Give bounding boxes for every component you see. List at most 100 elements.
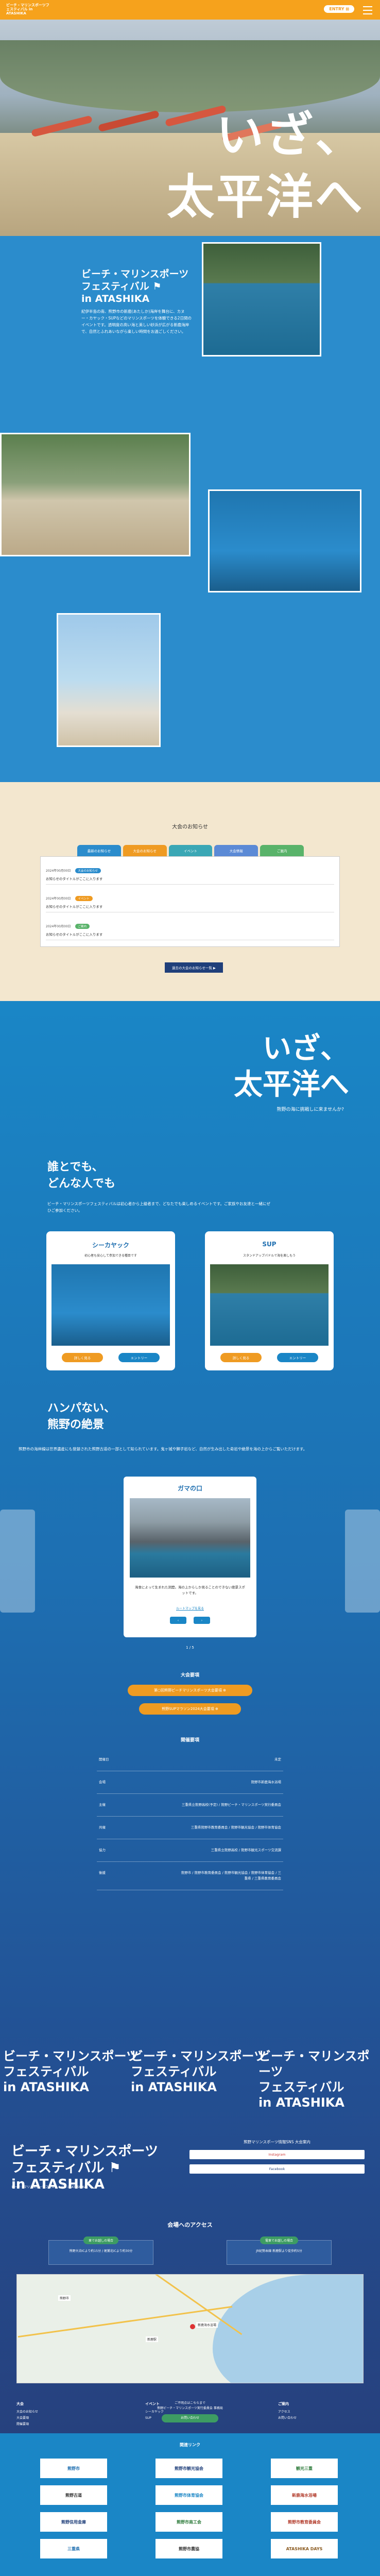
catch-line1: いざ、 — [263, 1032, 349, 1065]
entry-button[interactable]: ENTRY ⊠ — [324, 5, 354, 13]
card-image — [51, 1264, 170, 1346]
sitemap-link[interactable]: お問い合わせ — [278, 2415, 297, 2421]
news-date: 2024年00月00日 — [46, 869, 71, 873]
news-tab[interactable]: 最新のお知らせ — [77, 845, 121, 856]
sponsor-logo[interactable]: 熊野市観光協会 — [156, 2459, 222, 2478]
slide-next-button[interactable]: › — [194, 1617, 210, 1624]
org-key: 主催 — [99, 1803, 106, 1807]
sponsor-logo[interactable]: 新鹿海水浴場 — [271, 2485, 338, 2505]
access-badge: 車でお越しの場合 — [83, 2236, 119, 2244]
sponsor-logo[interactable]: ATASHIKA DAYS — [271, 2539, 338, 2558]
instagram-button[interactable]: Instagram — [189, 2150, 365, 2159]
news-tab[interactable]: イベント — [168, 845, 213, 856]
news-text: お知らせのタイトルがここに入ります — [46, 905, 103, 909]
org-key: 後援 — [99, 1871, 106, 1875]
news-date: 2024年00月00日 — [46, 925, 71, 928]
news-title: 大会のお知らせ — [172, 824, 208, 830]
contact-button[interactable]: お問い合わせ — [162, 2414, 218, 2422]
news-more-button[interactable]: 過去の大会のお知らせ一覧 ▶ — [165, 962, 223, 973]
beach-photo — [0, 433, 191, 556]
flag-photo — [57, 613, 161, 747]
news-tag: 大会のお知らせ — [75, 868, 101, 873]
map-label: 新鹿駅 — [146, 2336, 159, 2342]
sitemap-link[interactable]: 開催要項 — [16, 2421, 38, 2428]
sponsor-logo[interactable]: 熊野市商工会 — [156, 2512, 222, 2532]
menu-icon[interactable] — [361, 4, 374, 16]
news-item[interactable]: 2024年00月00日 イベント お知らせのタイトルがここに入ります — [46, 892, 334, 912]
news-tag: イベント — [75, 896, 93, 901]
facebook-button[interactable]: Facebook — [189, 2164, 365, 2174]
slide-route-link[interactable]: ルートマップを見る — [161, 1604, 219, 1612]
sponsor-logo[interactable]: 熊野市体育協会 — [156, 2485, 222, 2505]
hero-title-line1: いざ、 — [216, 108, 365, 163]
scenery-body: 熊野市の海岸線は世界遺産にも登録された熊野古道の一部として知られています。鬼ヶ城… — [19, 1447, 307, 1451]
intro-title: ビーチ・マリンスポーツ フェスティバル ⚑ in ATASHIKA — [81, 268, 189, 304]
org-row: 共催 三重県熊野市教育委員会 / 熊野市観光協会 / 熊野市体育協会 — [97, 1817, 283, 1839]
news-tab[interactable]: 大会のお知らせ — [123, 845, 167, 856]
contact-head: ご不明点はこちらまで — [174, 2401, 205, 2405]
org-key: 共催 — [99, 1825, 106, 1829]
access-train: 電車でお越しの場合 JR紀勢本線 新鹿駅より徒歩約5分 — [227, 2236, 332, 2265]
access-badge: 電車でお越しの場合 — [260, 2236, 299, 2244]
slide-image — [130, 1498, 250, 1578]
hero-image: いざ、 太平洋へ — [0, 20, 380, 236]
news-tab[interactable]: ご案内 — [260, 845, 304, 856]
news-item[interactable]: 2024年00月00日 ご案内 お知らせのタイトルがここに入ります — [46, 920, 334, 940]
sitemap-link[interactable]: 大会要項 — [16, 2415, 38, 2421]
slide-prev-card[interactable] — [0, 1510, 35, 1613]
card-image — [210, 1264, 329, 1346]
org-key: 会場 — [99, 1780, 106, 1784]
org-value: 三重県立熊野高校(予定) / 熊野ビーチ・マリンスポーツ実行委員会 — [181, 1803, 281, 1807]
sponsor-logo[interactable]: 三重県 — [40, 2539, 107, 2558]
card-detail-button[interactable]: 詳しく見る — [62, 1353, 103, 1362]
card-sea-kayak[interactable]: シーカヤック 初心者も安心して参加できる種目です 詳しく見る エントリー — [46, 1231, 175, 1370]
main-section — [0, 1001, 380, 2433]
card-detail-button[interactable]: 詳しく見る — [220, 1353, 262, 1362]
slide-counter: 1 / 5 — [186, 1646, 194, 1650]
catch-line2: 太平洋へ — [234, 1068, 349, 1101]
contact-text: 熊野ビーチ・マリンスポーツ実行委員会 事務局 — [157, 2406, 223, 2410]
hero-title-line2: 太平洋へ — [166, 170, 365, 225]
sponsor-logo[interactable]: 熊野市 — [40, 2459, 107, 2478]
sponsor-logo[interactable]: 熊野市教育委員会 — [271, 2512, 338, 2532]
org-value: 熊野市 / 熊野市教育委員会 / 熊野市観光協会 / 熊野市体育協会 / 三重県… — [181, 1871, 281, 1880]
flag-icon: ⚑ — [152, 281, 162, 292]
contact-box: ご不明点はこちらまで 熊野ビーチ・マリンスポーツ実行委員会 事務局 お問い合わせ — [151, 2401, 229, 2422]
access-map[interactable]: 新鹿海水浴場 新鹿駅 熊野市 — [16, 2274, 364, 2383]
site-logo[interactable]: ビーチ・マリンスポーツフェスティバル in ATASHIKA — [6, 3, 53, 15]
sponsors-title: 関連リンク — [180, 2443, 200, 2447]
news-item[interactable]: 2024年00月00日 大会のお知らせお知らせのタイトルがここに入ります — [46, 864, 334, 885]
org-title: 開催要項 — [180, 1738, 199, 1743]
slide-title: ガマの口 — [177, 1485, 202, 1492]
org-key: 協力 — [99, 1848, 106, 1852]
card-sup[interactable]: SUP スタンドアップパドルで海を楽しもう 詳しく見る エントリー — [205, 1231, 334, 1370]
sitemap-col-3: ご案内 アクセス お問い合わせ — [278, 2401, 297, 2421]
news-text: お知らせのタイトルがここに入ります — [46, 877, 103, 881]
news-tab[interactable]: 大会情報 — [214, 845, 258, 856]
rules-button-2[interactable]: 熊野SUPマラソン2024大会要項 ⊕ — [139, 1703, 241, 1715]
sponsor-logo[interactable]: 熊野信用金庫 — [40, 2512, 107, 2532]
sitemap-link[interactable]: 大会のお知らせ — [16, 2409, 38, 2415]
flag-icon: ⚑ — [109, 2160, 121, 2176]
sitemap-link[interactable]: アクセス — [278, 2409, 297, 2415]
card-subtitle: スタンドアップパドルで海を楽しもう — [243, 1254, 296, 1258]
slide-prev-button[interactable]: ‹ — [170, 1617, 186, 1624]
org-value: 未定 — [274, 1757, 281, 1761]
access-text: JR紀勢本線 新鹿駅より徒歩約5分 — [256, 2249, 302, 2253]
card-title: シーカヤック — [92, 1242, 129, 1249]
rules-button-1[interactable]: 第○回熊野ビーチマリンスポーツ大会要項 ⊕ — [128, 1685, 252, 1696]
card-entry-button[interactable]: エントリー — [277, 1353, 318, 1362]
card-entry-button[interactable]: エントリー — [118, 1353, 160, 1362]
map-pin-icon — [190, 2324, 195, 2329]
map-label: 新鹿海水浴場 — [196, 2322, 218, 2328]
org-row: 主催 三重県立熊野高校(予定) / 熊野ビーチ・マリンスポーツ実行委員会 — [97, 1794, 283, 1817]
marquee-item: ビーチ・マリンスポーツ フェスティバル in ATASHIKA — [3, 2049, 139, 2094]
sponsor-logo[interactable]: 熊野市農協 — [156, 2539, 222, 2558]
sitemap-col-1: 大会 大会のお知らせ 大会要項 開催要項 — [16, 2401, 38, 2428]
slide-next-card[interactable] — [345, 1510, 380, 1613]
sns-title: 熊野マリンスポーツ情報SNS 大会案内 — [244, 2140, 310, 2144]
sponsor-logo[interactable]: 熊野古道 — [40, 2485, 107, 2505]
sponsor-logo[interactable]: 観光三重 — [271, 2459, 338, 2478]
footer-logo-sub: ビーチ・マリンスポーツフェスティバル in ATASHIKA — [11, 2185, 87, 2189]
org-row: 開催日 未定 — [97, 1749, 283, 1771]
